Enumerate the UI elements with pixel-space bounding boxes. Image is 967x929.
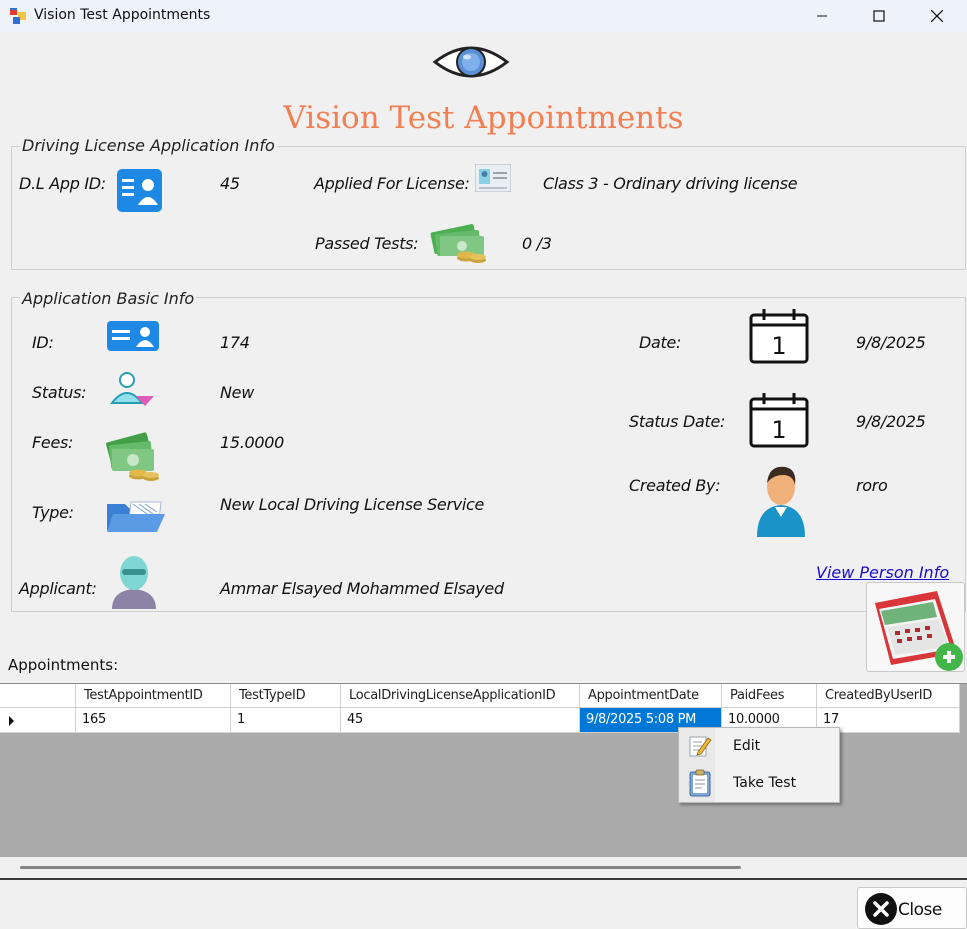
maximize-icon bbox=[873, 10, 885, 22]
id-badge-icon bbox=[107, 321, 159, 351]
type-label: Type: bbox=[32, 503, 74, 522]
column-header[interactable]: LocalDrivingLicenseApplicationID bbox=[341, 684, 580, 708]
status-date-value: 9/8/2025 bbox=[856, 412, 926, 431]
page-title: Vision Test Appointments bbox=[283, 100, 684, 136]
applied-for-label: Applied For License: bbox=[314, 174, 470, 193]
table-cell[interactable]: 1 bbox=[231, 708, 341, 733]
fees-money-icon bbox=[106, 432, 159, 481]
divider bbox=[0, 878, 967, 880]
column-header[interactable]: TestAppointmentID bbox=[76, 684, 231, 708]
menu-item-take-test-label: Take Test bbox=[733, 775, 797, 791]
context-menu: Edit Take Test bbox=[678, 727, 840, 803]
column-header[interactable]: PaidFees bbox=[722, 684, 817, 708]
close-icon bbox=[931, 10, 943, 22]
row-selector-icon bbox=[9, 716, 14, 726]
folder-icon bbox=[107, 501, 165, 532]
table-cell[interactable]: 165 bbox=[76, 708, 231, 733]
user-status-icon bbox=[110, 372, 154, 406]
eye-icon bbox=[432, 46, 510, 78]
passed-tests-value: 0 /3 bbox=[522, 234, 552, 253]
window-title: Vision Test Appointments bbox=[34, 7, 211, 23]
status-label: Status: bbox=[32, 383, 87, 402]
status-date-label: Status Date: bbox=[629, 412, 726, 431]
column-header[interactable]: AppointmentDate bbox=[580, 684, 722, 708]
edit-icon bbox=[689, 736, 712, 757]
maximize-button[interactable] bbox=[850, 0, 908, 32]
minimize-icon bbox=[817, 15, 827, 17]
id-card-icon bbox=[117, 169, 162, 212]
status-calendar-icon: 1 bbox=[749, 393, 809, 448]
horizontal-scrollbar-thumb[interactable] bbox=[20, 866, 741, 869]
applicant-label: Applicant: bbox=[19, 579, 97, 598]
calendar-icon: 1 bbox=[749, 309, 809, 364]
id-label: ID: bbox=[32, 333, 54, 352]
row-header-corner bbox=[0, 684, 76, 708]
money-icon bbox=[430, 224, 486, 263]
menu-item-edit[interactable]: Edit bbox=[680, 729, 838, 764]
column-header[interactable]: CreatedByUserID bbox=[817, 684, 960, 708]
date-value: 9/8/2025 bbox=[856, 333, 926, 352]
created-by-value: roro bbox=[856, 476, 888, 495]
id-value: 174 bbox=[220, 333, 250, 352]
title-bar: Vision Test Appointments bbox=[0, 0, 967, 32]
fees-label: Fees: bbox=[32, 433, 74, 452]
appointments-label: Appointments: bbox=[8, 656, 119, 674]
date-label: Date: bbox=[639, 333, 682, 352]
type-value: New Local Driving License Service bbox=[220, 495, 485, 514]
applied-for-value: Class 3 - Ordinary driving license bbox=[543, 174, 798, 193]
fees-value: 15.0000 bbox=[220, 433, 285, 452]
column-header[interactable]: TestTypeID bbox=[231, 684, 341, 708]
applicant-avatar-icon bbox=[112, 556, 156, 609]
close-button[interactable]: Close bbox=[857, 887, 967, 929]
app-icon bbox=[10, 8, 26, 24]
basic-info-legend: Application Basic Info bbox=[20, 289, 197, 308]
applicant-value: Ammar Elsayed Mohammed Elsayed bbox=[220, 579, 504, 598]
minimize-button[interactable] bbox=[793, 0, 851, 32]
close-window-button[interactable] bbox=[908, 0, 966, 32]
dl-app-id-label: D.L App ID: bbox=[19, 174, 106, 193]
user-avatar-icon bbox=[757, 466, 805, 537]
clipboard-icon bbox=[689, 769, 711, 797]
view-person-info-link[interactable]: View Person Info bbox=[816, 563, 949, 582]
dl-app-id-value: 45 bbox=[220, 174, 240, 193]
created-by-label: Created By: bbox=[629, 476, 721, 495]
menu-item-take-test[interactable]: Take Test bbox=[680, 766, 838, 801]
close-circle-icon bbox=[865, 893, 897, 925]
add-appointment-button[interactable] bbox=[866, 582, 965, 672]
svg-text:1: 1 bbox=[771, 416, 786, 444]
menu-item-edit-label: Edit bbox=[733, 738, 761, 754]
calendar-add-icon bbox=[875, 591, 963, 671]
passed-tests-label: Passed Tests: bbox=[315, 234, 419, 253]
svg-text:1: 1 bbox=[771, 332, 786, 360]
row-header[interactable] bbox=[0, 708, 76, 733]
license-card-icon bbox=[475, 164, 511, 192]
close-button-label: Close bbox=[898, 900, 942, 920]
table-cell[interactable]: 45 bbox=[341, 708, 580, 733]
license-info-legend: Driving License Application Info bbox=[20, 136, 277, 155]
status-value: New bbox=[220, 383, 254, 402]
